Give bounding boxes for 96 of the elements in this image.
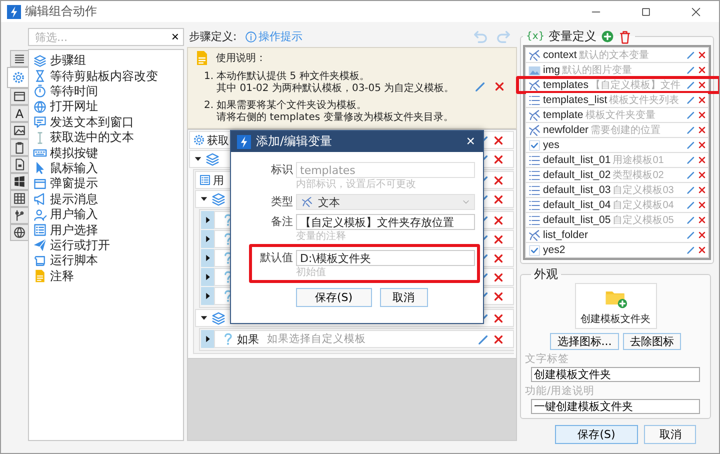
variable-name: template — [543, 109, 584, 121]
input-field[interactable]: 【自定义模板】文件夹存放位置 — [296, 214, 475, 230]
variable-row[interactable]: default_list_01 用途模板01 — [526, 153, 708, 167]
dialog-title: 添加/编辑变量 — [256, 133, 332, 150]
remove-icon-button[interactable]: 去除图标 — [622, 333, 681, 350]
variable-comment: 类型模板02 — [612, 168, 664, 182]
variable-name: yes2 — [543, 244, 566, 256]
variable-name: default_list_04 — [543, 199, 611, 211]
action-item[interactable]: 运行或打开 — [50, 236, 110, 254]
sidebar-tab[interactable]: A — [10, 105, 28, 122]
action-item[interactable]: 运行脚本 — [50, 252, 98, 270]
variable-comment: 模板文件夹变量 — [585, 108, 656, 122]
field-label: 默认值 — [259, 250, 294, 266]
save-button[interactable]: 保存(S) — [296, 288, 372, 307]
variable-name: newfolder — [543, 124, 589, 136]
variable-name: yes — [543, 139, 560, 151]
variable-comment: 默认的文本变量 — [578, 48, 649, 62]
variable-name: context — [543, 49, 577, 61]
action-item[interactable]: 获取选中的文本 — [50, 129, 134, 146]
variable-comment: 需要创建的位置 — [590, 124, 661, 137]
action-item[interactable]: 等待剪贴板内容改变 — [50, 68, 158, 85]
action-item[interactable]: 模拟按键 — [50, 144, 98, 162]
action-item[interactable]: 鼠标输入 — [50, 160, 98, 177]
variable-row[interactable]: default_list_04 自定义模板04 — [526, 198, 708, 212]
field-hint: 变量的注释 — [296, 231, 347, 242]
action-item[interactable]: 用户选择 — [50, 222, 98, 238]
action-item[interactable]: 等待时间 — [50, 82, 98, 100]
variable-row[interactable]: template 模板文件夹变量 — [526, 108, 708, 122]
usage-line: 本动作默认提供 5 种文件夹模板。 — [216, 71, 370, 82]
variable-comment: 默认的图片变量 — [562, 64, 632, 77]
variable-row[interactable]: default_list_02 类型模板02 — [526, 168, 708, 182]
filter-field[interactable]: 筛选... × — [28, 28, 184, 46]
variable-comment: 自定义模板03 — [612, 184, 674, 197]
usage-line: 其中 01-02 为两种默认模板，03-05 为自定义模板。 — [216, 82, 454, 94]
variable-row[interactable]: default_list_05 自定义模板05 — [526, 213, 708, 227]
variable-comment: 用途模板01 — [612, 154, 664, 167]
usage-line: 请将右侧的 templates 变量修改为模板文件夹目录。 — [216, 112, 454, 123]
item-number: 1. — [204, 71, 214, 84]
variable-row[interactable]: templates_list 模板文件夹列表 — [526, 93, 708, 107]
action-item[interactable]: 提示消息 — [50, 190, 98, 208]
variable-comment: 自定义模板05 — [612, 214, 674, 227]
dropdown-value: 文本 — [318, 194, 340, 210]
action-item[interactable]: 弹窗提示 — [50, 175, 98, 192]
preview-label: 创建模板文件夹 — [580, 312, 650, 326]
clear-button[interactable]: × — [167, 30, 183, 44]
field-hint: 内部标识，设置后不可更改 — [296, 179, 417, 190]
item-number: 2. — [204, 100, 214, 113]
field-label: 类型 — [270, 194, 294, 210]
variable-name: img — [543, 64, 560, 76]
action-item[interactable]: 注释 — [50, 268, 74, 285]
variable-row[interactable]: img 默认的图片变量 — [526, 63, 708, 77]
cancel-button[interactable]: 取消 — [644, 425, 696, 444]
variable-comment: 模板文件夹列表 — [609, 94, 680, 107]
variable-name: list_folder — [543, 229, 588, 241]
step-title: 用 — [213, 172, 224, 188]
usage-line: 如果需要将某个文件夹设为模板。 — [216, 100, 368, 112]
variable-name: default_list_01 — [543, 154, 611, 166]
field-label: 标识 — [270, 162, 294, 178]
variable-comment: 【自定义模板】文件 — [590, 78, 681, 92]
description-field[interactable]: 一键创建模板文件夹 — [531, 399, 700, 414]
variable-row[interactable]: list_folder — [526, 228, 708, 242]
variable-row[interactable]: yes — [526, 138, 708, 152]
variable-name: default_list_03 — [543, 184, 611, 196]
appearance-title: 外观 — [534, 267, 558, 281]
variable-row[interactable]: yes2 — [526, 243, 708, 257]
text-label-field[interactable]: 创建模板文件夹 — [531, 367, 700, 382]
choose-icon-button[interactable]: 选择图标... — [550, 333, 619, 350]
variable-row[interactable]: newfolder 需要创建的位置 — [526, 123, 708, 137]
input-field[interactable]: D:\模板文件夹 — [296, 250, 475, 266]
variables-title: 变量定义 — [548, 28, 597, 45]
action-item[interactable]: 发送文本到窗口 — [50, 114, 134, 131]
window-title: 编辑组合动作 — [25, 3, 97, 20]
step-title: 获取 — [207, 132, 229, 148]
variable-name: default_list_02 — [543, 169, 611, 181]
action-item[interactable]: 步骤组 — [50, 52, 86, 70]
variable-row[interactable]: context 默认的文本变量 — [526, 48, 708, 62]
action-item[interactable]: 用户输入 — [50, 206, 98, 224]
step-note: 如果选择自定义模板 — [267, 332, 366, 346]
variable-comment: 自定义模板04 — [612, 198, 674, 212]
field-hint: 初始值 — [296, 267, 327, 278]
close-button[interactable]: × — [458, 133, 483, 150]
variable-name: templates_list — [543, 94, 608, 106]
usage-title: 使用说明： — [216, 52, 266, 65]
condition-row[interactable]: 如果 如果选择自定义模板 — [214, 330, 514, 348]
save-button[interactable]: 保存(S) — [554, 425, 638, 444]
step-title: 如果 — [237, 332, 259, 346]
field-label: 文字标签 — [525, 353, 570, 365]
variables-symbol: {x} — [526, 31, 545, 42]
field-label: 备注 — [270, 214, 294, 230]
variable-name: default_list_05 — [543, 214, 611, 226]
variable-name: templates — [543, 79, 589, 91]
action-item[interactable]: 打开网址 — [50, 98, 98, 116]
cancel-button[interactable]: 取消 — [380, 288, 428, 307]
field-label: 功能/用途说明 — [525, 385, 596, 397]
variable-row[interactable]: default_list_03 自定义模板03 — [526, 183, 708, 197]
steps-label: 步骤定义: — [189, 29, 237, 44]
